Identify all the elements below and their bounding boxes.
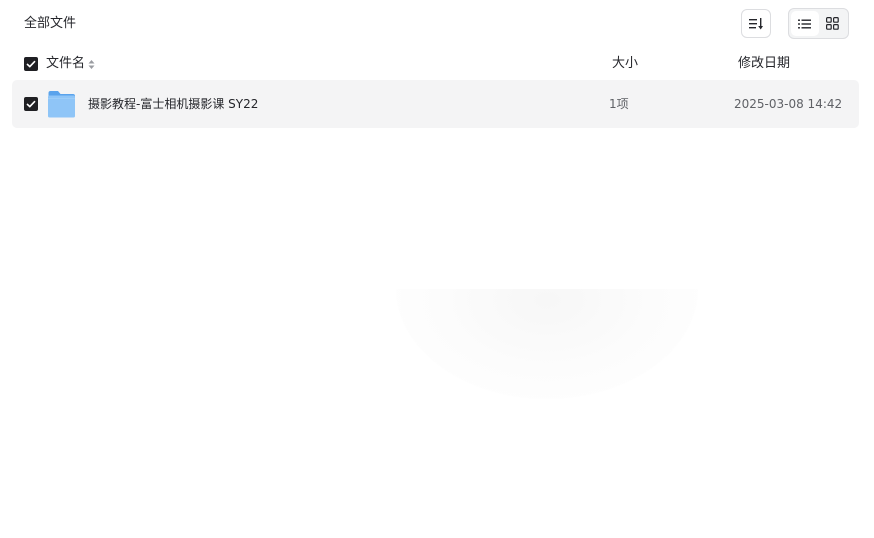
sort-button[interactable] bbox=[741, 9, 771, 38]
row-checkbox[interactable] bbox=[24, 97, 38, 111]
table-row[interactable]: 摄影教程-富士相机摄影课 SY22 1项 2025-03-08 14:42 bbox=[12, 80, 859, 128]
table-header: 文件名 大小 修改日期 bbox=[0, 52, 874, 76]
column-header-modified[interactable]: 修改日期 bbox=[738, 55, 790, 73]
folder-icon bbox=[48, 91, 75, 118]
grid-view-icon bbox=[825, 17, 839, 30]
file-name[interactable]: 摄影教程-富士相机摄影课 SY22 bbox=[88, 95, 258, 113]
column-header-name[interactable]: 文件名 bbox=[46, 55, 95, 73]
list-view-button[interactable] bbox=[791, 11, 819, 36]
background-glow bbox=[396, 289, 698, 399]
checkmark-icon bbox=[26, 60, 36, 68]
sort-icon bbox=[749, 17, 763, 29]
file-modified-date: 2025-03-08 14:42 bbox=[734, 97, 843, 111]
sort-toggle-icon[interactable] bbox=[88, 59, 95, 70]
breadcrumb[interactable]: 全部文件 bbox=[24, 15, 76, 33]
column-header-size[interactable]: 大小 bbox=[612, 55, 638, 73]
file-size: 1项 bbox=[609, 97, 629, 111]
select-all-checkbox[interactable] bbox=[24, 57, 38, 71]
list-view-icon bbox=[798, 19, 812, 28]
column-header-name-label: 文件名 bbox=[46, 56, 86, 71]
checkmark-icon bbox=[26, 100, 36, 108]
view-mode-switch bbox=[788, 8, 849, 39]
grid-view-button[interactable] bbox=[819, 11, 847, 36]
